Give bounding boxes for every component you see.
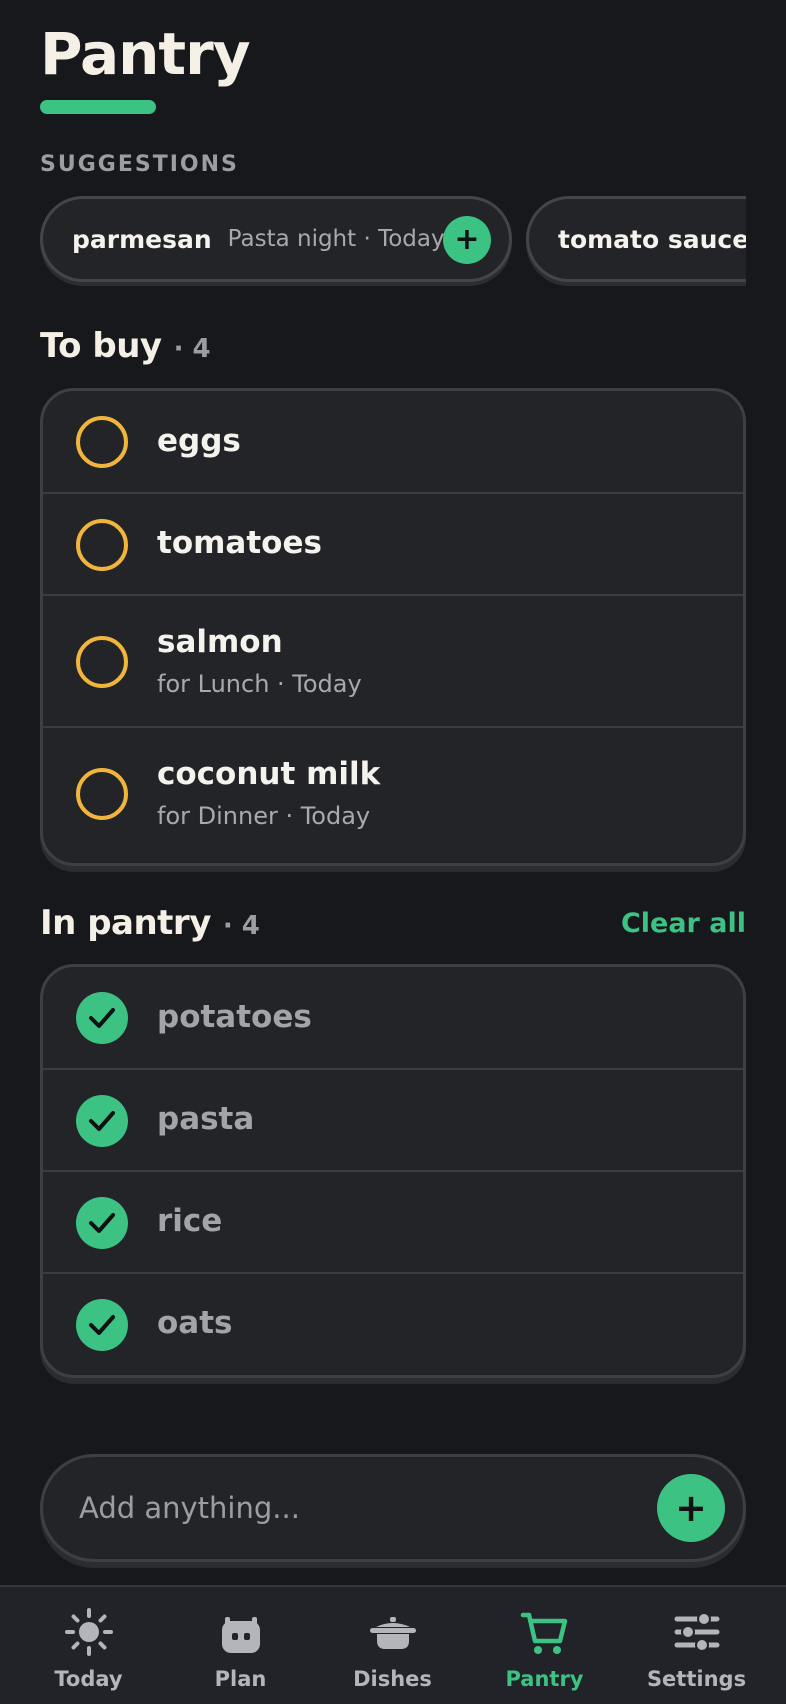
sun-icon [65,1608,113,1656]
nav-item-today[interactable]: Today [10,1587,167,1704]
checked-icon[interactable] [76,1299,128,1351]
nav-label: Dishes [353,1667,432,1691]
list-item[interactable]: pasta [43,1070,743,1172]
plus-icon: + [675,1486,707,1530]
suggestions-label: SUGGESTIONS [40,152,239,177]
nav-item-plan[interactable]: Plan [162,1587,319,1704]
suggestion-meta: Pasta night · Today [227,226,445,252]
checked-icon[interactable] [76,992,128,1044]
in-pantry-header: In pantry · 4 [40,903,260,943]
list-item[interactable]: rice [43,1172,743,1274]
section-title: In pantry [40,903,211,943]
plus-icon: + [454,222,480,257]
list-item[interactable]: potatoes [43,967,743,1070]
clear-all-button[interactable]: Clear all [621,908,746,939]
item-name: pasta [157,1101,255,1137]
add-item-bar: + [40,1454,746,1562]
item-name: oats [157,1305,233,1341]
list-item[interactable]: tomatoes [43,494,743,596]
item-subtitle: for Dinner · Today [157,802,371,830]
item-name: tomatoes [157,525,322,561]
in-pantry-list: potatoes pasta rice oats [40,964,746,1378]
checked-icon[interactable] [76,1197,128,1249]
list-item[interactable]: oats [43,1274,743,1375]
unchecked-circle-icon[interactable] [76,768,128,820]
unchecked-circle-icon[interactable] [76,636,128,688]
title-underline [40,100,156,114]
add-item-button[interactable]: + [657,1474,725,1542]
add-item-input[interactable] [79,1483,639,1533]
suggestions-row[interactable]: parmesan Pasta night · Today + tomato sa… [40,196,746,286]
cart-icon [520,1612,568,1654]
to-buy-header: To buy · 4 [40,326,211,366]
section-count: · 4 [173,334,211,364]
to-buy-list: eggs tomatoes salmon for Lunch · Today c… [40,388,746,866]
nav-label: Plan [214,1667,267,1691]
nav-item-settings[interactable]: Settings [618,1587,775,1704]
checked-icon[interactable] [76,1095,128,1147]
nav-item-dishes[interactable]: Dishes [314,1587,471,1704]
list-item[interactable]: coconut milk for Dinner · Today [43,728,743,860]
robot-icon [222,1617,260,1653]
sliders-icon [674,1612,720,1652]
list-item[interactable]: salmon for Lunch · Today [43,596,743,728]
nav-label: Today [54,1667,123,1691]
list-item[interactable]: eggs [43,391,743,494]
unchecked-circle-icon[interactable] [76,416,128,468]
item-name: coconut milk [157,756,381,792]
nav-label: Pantry [505,1667,584,1691]
suggestion-chip[interactable]: parmesan Pasta night · Today + [40,196,512,282]
suggestion-name: tomato sauce [558,224,746,254]
item-name: eggs [157,423,241,459]
pot-icon [370,1617,416,1649]
add-suggestion-button[interactable]: + [443,216,491,264]
item-subtitle: for Lunch · Today [157,670,362,698]
section-count: · 4 [222,911,260,941]
item-name: potatoes [157,999,312,1035]
item-name: rice [157,1203,223,1239]
nav-label: Settings [646,1667,747,1691]
bottom-nav: Today Plan Dishes Pantry Settings [0,1585,786,1704]
suggestion-chip[interactable]: tomato sauce [526,196,746,282]
item-name: salmon [157,624,283,660]
suggestion-name: parmesan [72,224,212,254]
section-title: To buy [40,326,162,366]
page-title: Pantry [40,20,251,88]
nav-item-pantry[interactable]: Pantry [466,1587,623,1704]
unchecked-circle-icon[interactable] [76,519,128,571]
